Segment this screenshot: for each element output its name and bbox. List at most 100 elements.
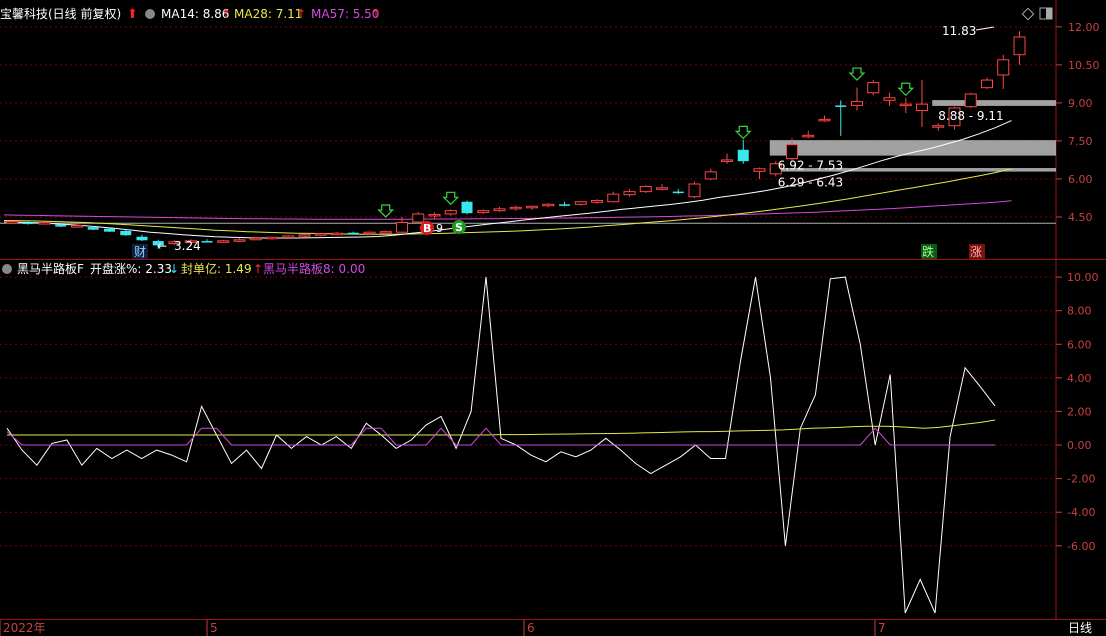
zhang-tag: 涨 [969, 244, 985, 259]
candle-body [477, 210, 490, 213]
candle-body [721, 159, 733, 162]
candle-body [656, 187, 668, 190]
indicator-panel-header: 黑马半路板F 开盘涨%: 2.33 ↓ 封单亿: 1.49 ↑ 黑马半路板8: … [2, 261, 365, 276]
candle-body [964, 93, 977, 108]
indicator-name: 黑马半路板F [17, 261, 84, 276]
candle-body [55, 224, 67, 227]
up-arrow-icon: ⬆ [127, 7, 138, 22]
candle-body [802, 134, 815, 138]
ma28-up-icon: ↑ [296, 7, 306, 21]
die-tag-text: 跌 [922, 244, 934, 259]
high-marker: 11.83 [942, 24, 976, 38]
candle-body [104, 228, 115, 232]
window-icon-fill [1046, 8, 1052, 19]
date-label: 6 [527, 621, 535, 635]
indicator-tick-label: -6.00 [1067, 540, 1095, 553]
candle-body [249, 237, 262, 241]
candle-body [899, 103, 912, 107]
candle-body [753, 168, 766, 172]
indicator-tick-label: 6.00 [1067, 338, 1092, 351]
candle-body [786, 144, 798, 160]
candle-body [559, 204, 570, 206]
candle-body [379, 231, 392, 234]
candle-body [867, 82, 880, 94]
open-pct-legend: 开盘涨%: 2.33 [90, 261, 172, 276]
price-tick-label: 4.50 [1068, 211, 1093, 224]
price-tick-label: 7.50 [1068, 135, 1093, 148]
candle-body [444, 210, 457, 215]
candle-body [233, 239, 246, 242]
collapse-icon[interactable] [145, 9, 155, 19]
date-label: 2022年 [3, 621, 46, 635]
ma28-legend: MA28: 7.11 [234, 7, 302, 21]
low-marker: 3.24 [174, 239, 201, 253]
candle-body [623, 191, 636, 196]
collapse-icon[interactable] [2, 264, 12, 274]
candle-body [932, 125, 945, 128]
candle-body [71, 225, 83, 228]
candle-body [266, 236, 278, 240]
die-tag: 跌 [921, 244, 937, 259]
sell-tag: S [452, 220, 466, 234]
buy-tag: B 9 [420, 221, 443, 235]
candle-body [282, 235, 295, 238]
zone-label: 6.92 - 7.53 [778, 159, 843, 173]
price-tick-label: 12.00 [1068, 21, 1100, 34]
candle-body [704, 171, 717, 180]
seal-legend: 封单亿: 1.49 [181, 261, 252, 276]
candle-body [916, 103, 928, 111]
candle-body [217, 240, 230, 243]
candle-body [818, 118, 831, 122]
sell-tag-text: S [455, 221, 463, 234]
period-label[interactable]: 日线 [1068, 621, 1092, 635]
candle-body [672, 191, 684, 194]
resistance-zone [932, 100, 1056, 106]
candle-body [737, 149, 749, 162]
candle-body [363, 231, 376, 235]
stock-title: 宝馨科技(日线 前复权) [0, 6, 121, 21]
candle-body [639, 186, 652, 193]
candle-body [6, 221, 18, 224]
candle-body [201, 241, 213, 243]
ma57-legend: MA57: 5.50 [311, 7, 379, 21]
indicator-tick-label: 10.00 [1067, 271, 1099, 284]
candle-body [542, 203, 555, 207]
buy-tag-tail: 9 [436, 222, 443, 235]
candle-body [314, 233, 327, 236]
price-tick-label: 9.00 [1068, 97, 1093, 110]
candle-body [997, 59, 1010, 76]
ma14-legend: MA14: 8.86 [161, 7, 229, 21]
candle-body [688, 183, 701, 198]
indicator-tick-label: 8.00 [1067, 305, 1092, 318]
candle-body [428, 213, 441, 217]
ma57-up-icon: ↑ [371, 7, 381, 21]
buy-tag-text: B [423, 222, 431, 235]
candle-body [981, 79, 993, 89]
candle-body [298, 234, 311, 237]
candle-body [120, 230, 132, 236]
price-tick-label: 6.00 [1068, 173, 1093, 186]
candle-body [461, 201, 473, 214]
cai-tag: 财 [132, 244, 148, 259]
candle-body [22, 222, 34, 225]
candle-body [38, 222, 51, 225]
zhang-tag-text: 涨 [970, 244, 982, 259]
candle-body [1013, 36, 1026, 56]
candle-body [509, 206, 522, 210]
seal-up-icon: ↑ [253, 262, 263, 276]
candle-body [87, 227, 99, 230]
candle-body [851, 101, 863, 106]
candle-body [574, 201, 587, 205]
resistance-zone [769, 140, 1056, 156]
candle-body [136, 236, 148, 241]
candle-body [835, 105, 847, 107]
zone-label: 8.88 - 9.11 [938, 109, 1003, 123]
candle-body [607, 193, 620, 203]
indicator-tick-label: -4.00 [1067, 506, 1095, 519]
open-pct-down-icon: ↓ [169, 262, 179, 276]
candle-body [331, 232, 343, 236]
indicator-tick-label: 2.00 [1067, 405, 1092, 418]
candle-body [591, 199, 603, 203]
chart-background [0, 0, 1106, 636]
date-label: 7 [878, 621, 886, 635]
